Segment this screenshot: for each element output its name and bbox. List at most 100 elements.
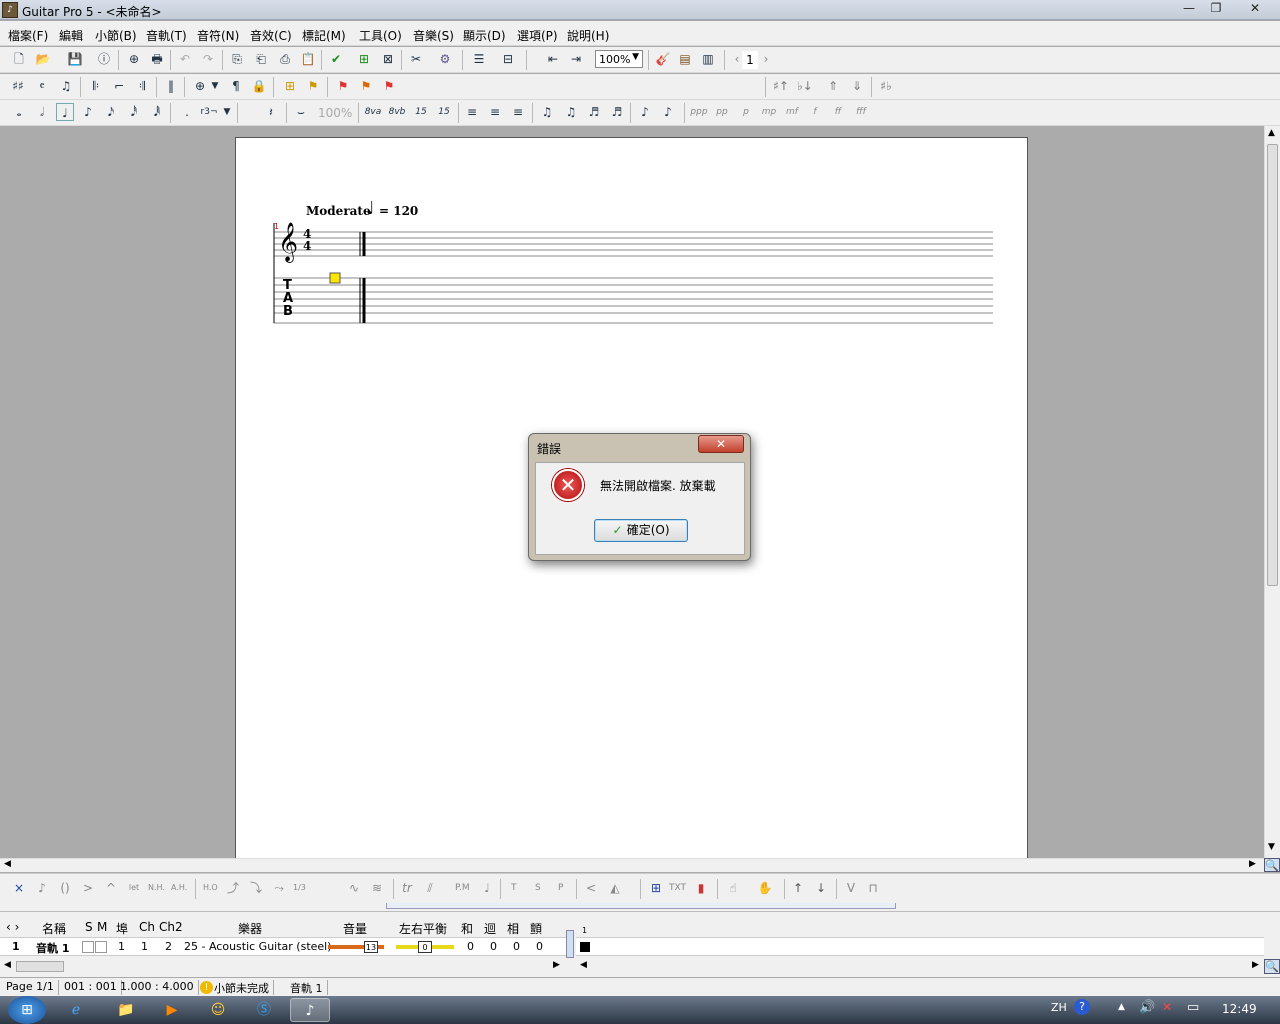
dynamic-p-icon[interactable]: p xyxy=(737,103,755,121)
hammer-on-icon[interactable]: H.O xyxy=(203,883,218,892)
scroll-right-icon[interactable]: ▶ xyxy=(1252,960,1259,970)
time-signature-icon[interactable]: 𝄴 xyxy=(33,77,51,95)
text-icon[interactable]: TXT xyxy=(669,883,686,893)
scroll-right-icon[interactable]: ▶ xyxy=(1249,859,1256,869)
menu-tools[interactable]: 工具(O) xyxy=(359,27,402,44)
paste-icon[interactable]: ⎗ xyxy=(252,50,270,68)
popping-icon[interactable]: P xyxy=(558,883,563,893)
screen-layout-icon[interactable]: ⊟ xyxy=(499,50,517,68)
grace-note-icon[interactable]: ♪ xyxy=(33,879,51,897)
sixtyfourth-note-icon[interactable]: 𝅘𝅥𝅱 xyxy=(148,103,166,121)
close-button[interactable]: ✕ xyxy=(1232,0,1278,18)
app-icon[interactable]: ♪ xyxy=(2,2,18,18)
track-tremolo[interactable]: 0 xyxy=(536,940,543,953)
display-icon[interactable]: ▭ xyxy=(1187,1000,1199,1015)
prev-track-icon[interactable]: ‹ › xyxy=(6,920,19,934)
8vb-icon[interactable]: 8vb xyxy=(388,103,406,121)
panel-resize-handle[interactable] xyxy=(566,930,574,958)
keyboard-icon[interactable]: ▥ xyxy=(699,50,717,68)
track-chorus[interactable]: 0 xyxy=(467,940,474,953)
tremolo-icon[interactable]: ⫽ xyxy=(421,879,439,897)
tuplet-icon[interactable]: r3¬ xyxy=(200,103,218,121)
transpose-up-icon[interactable]: ♯↑ xyxy=(772,77,790,95)
beam-group-icon[interactable]: ♬ xyxy=(608,103,626,121)
track-hscroll[interactable]: ◀ ▶ xyxy=(0,959,566,974)
track-name[interactable]: 音軌 1 xyxy=(36,940,69,956)
guitar-pro-taskbar-icon[interactable]: ♪ xyxy=(290,998,330,1022)
dynamic-ff-icon[interactable]: ff xyxy=(829,103,847,121)
paste-special-icon[interactable]: ⎙ xyxy=(276,50,294,68)
picking-icon[interactable]: ☝ xyxy=(724,879,742,897)
tray-expand-icon[interactable]: ▲ xyxy=(1118,1002,1125,1012)
fretboard-icon[interactable]: ▤ xyxy=(676,50,694,68)
slide-icon[interactable]: ⤳ xyxy=(270,879,288,897)
half-note-icon[interactable]: 𝅗𝅥 xyxy=(33,103,51,121)
whole-note-icon[interactable]: 𝅝 xyxy=(10,103,28,121)
media-player-icon[interactable]: ▶ xyxy=(152,998,192,1022)
scroll-thumb[interactable] xyxy=(16,961,64,972)
voice-3-icon[interactable]: ≡ xyxy=(509,103,527,121)
track-port[interactable]: 1 xyxy=(118,940,125,953)
clock[interactable]: 12:49 xyxy=(1222,1002,1257,1016)
downstroke-icon[interactable]: ⊓ xyxy=(864,879,882,897)
add-bar-icon[interactable]: ⊞ xyxy=(355,50,373,68)
pan-value[interactable]: 0 xyxy=(418,941,432,953)
repeat-open-icon[interactable]: 𝄆 xyxy=(87,77,105,95)
measure-cell[interactable] xyxy=(580,942,590,952)
slapping-icon[interactable]: S xyxy=(535,883,541,893)
mixer-icon[interactable]: ▮ xyxy=(692,879,710,897)
panel-splitter[interactable] xyxy=(0,903,1280,911)
print-preview-icon[interactable]: ⊕ xyxy=(125,50,143,68)
tie-icon[interactable]: ⌣ xyxy=(292,103,310,121)
volume-value[interactable]: 13 xyxy=(364,941,378,953)
cursor-marker[interactable] xyxy=(329,272,341,284)
alternate-ending-icon[interactable]: ⌐ xyxy=(110,77,128,95)
mute-checkbox[interactable] xyxy=(95,941,107,953)
clipboard-icon[interactable]: 📋 xyxy=(299,50,317,68)
menu-sound[interactable]: 音樂(S) xyxy=(413,27,454,44)
staccato-icon[interactable]: ♩ xyxy=(478,879,496,897)
explorer-icon[interactable]: 📁 xyxy=(106,998,146,1022)
wide-vibrato-icon[interactable]: ≋ xyxy=(368,879,386,897)
help-icon[interactable]: ? xyxy=(1074,999,1090,1015)
info-icon[interactable]: ⓘ xyxy=(95,50,113,68)
crescendo-icon[interactable]: < xyxy=(582,879,600,897)
check-icon[interactable]: ✔ xyxy=(327,50,345,68)
auto-beam-icon[interactable]: ♫ xyxy=(538,103,556,121)
copy-icon[interactable]: ⎘ xyxy=(228,50,246,68)
add-marker-icon[interactable]: ⊞ xyxy=(281,77,299,95)
scroll-right-icon[interactable]: ▶ xyxy=(553,960,560,970)
velocity-value[interactable]: 100% xyxy=(318,106,352,120)
menu-note[interactable]: 音符(N) xyxy=(197,27,239,44)
vertical-scrollbar[interactable]: ▲ ▼ xyxy=(1264,126,1280,858)
solo-checkbox[interactable] xyxy=(82,941,94,953)
delete-bar-icon[interactable]: ⊠ xyxy=(379,50,397,68)
dynamic-f-icon[interactable]: f xyxy=(806,103,824,121)
enharmonic-icon[interactable]: ♯♭ xyxy=(877,77,895,95)
15ma-icon[interactable]: 15 xyxy=(412,103,430,121)
tremolo-picking-icon[interactable]: 1/3 xyxy=(293,883,306,892)
flag-red-icon[interactable]: ⚑ xyxy=(334,77,352,95)
eighth-note-icon[interactable]: ♪ xyxy=(79,103,97,121)
triplet-feel-icon[interactable]: ♫ xyxy=(57,77,75,95)
thirtysecond-note-icon[interactable]: 𝅘𝅥𝅰 xyxy=(125,103,143,121)
rest-icon[interactable]: 𝄽 xyxy=(262,103,280,121)
track-phaser[interactable]: 0 xyxy=(513,940,520,953)
octave-down-icon[interactable]: ⇓ xyxy=(848,77,866,95)
horizontal-scrollbar[interactable]: ◀ ▶ xyxy=(0,858,1264,872)
zoom-select[interactable]: 100% ▼ xyxy=(595,50,643,68)
dynamic-ppp-icon[interactable]: ppp xyxy=(690,103,708,121)
menu-help[interactable]: 說明(H) xyxy=(567,27,609,44)
scissors-icon[interactable]: ✂ xyxy=(407,50,425,68)
chevron-down-icon[interactable]: ▼ xyxy=(218,103,236,121)
dotted-note-icon[interactable]: . xyxy=(178,103,196,121)
dead-note-icon[interactable]: × xyxy=(10,879,28,897)
dynamic-fff-icon[interactable]: fff xyxy=(852,103,870,121)
repeat-close-icon[interactable]: 𝄇 xyxy=(133,77,151,95)
page-layout-icon[interactable]: ☰ xyxy=(470,50,488,68)
accent-icon[interactable]: > xyxy=(79,879,97,897)
next-page-icon[interactable]: › xyxy=(757,50,775,68)
menu-markers[interactable]: 標記(M) xyxy=(302,27,346,44)
flag-orange-icon[interactable]: ⚑ xyxy=(357,77,375,95)
network-icon[interactable]: ✕ xyxy=(1162,1000,1172,1014)
